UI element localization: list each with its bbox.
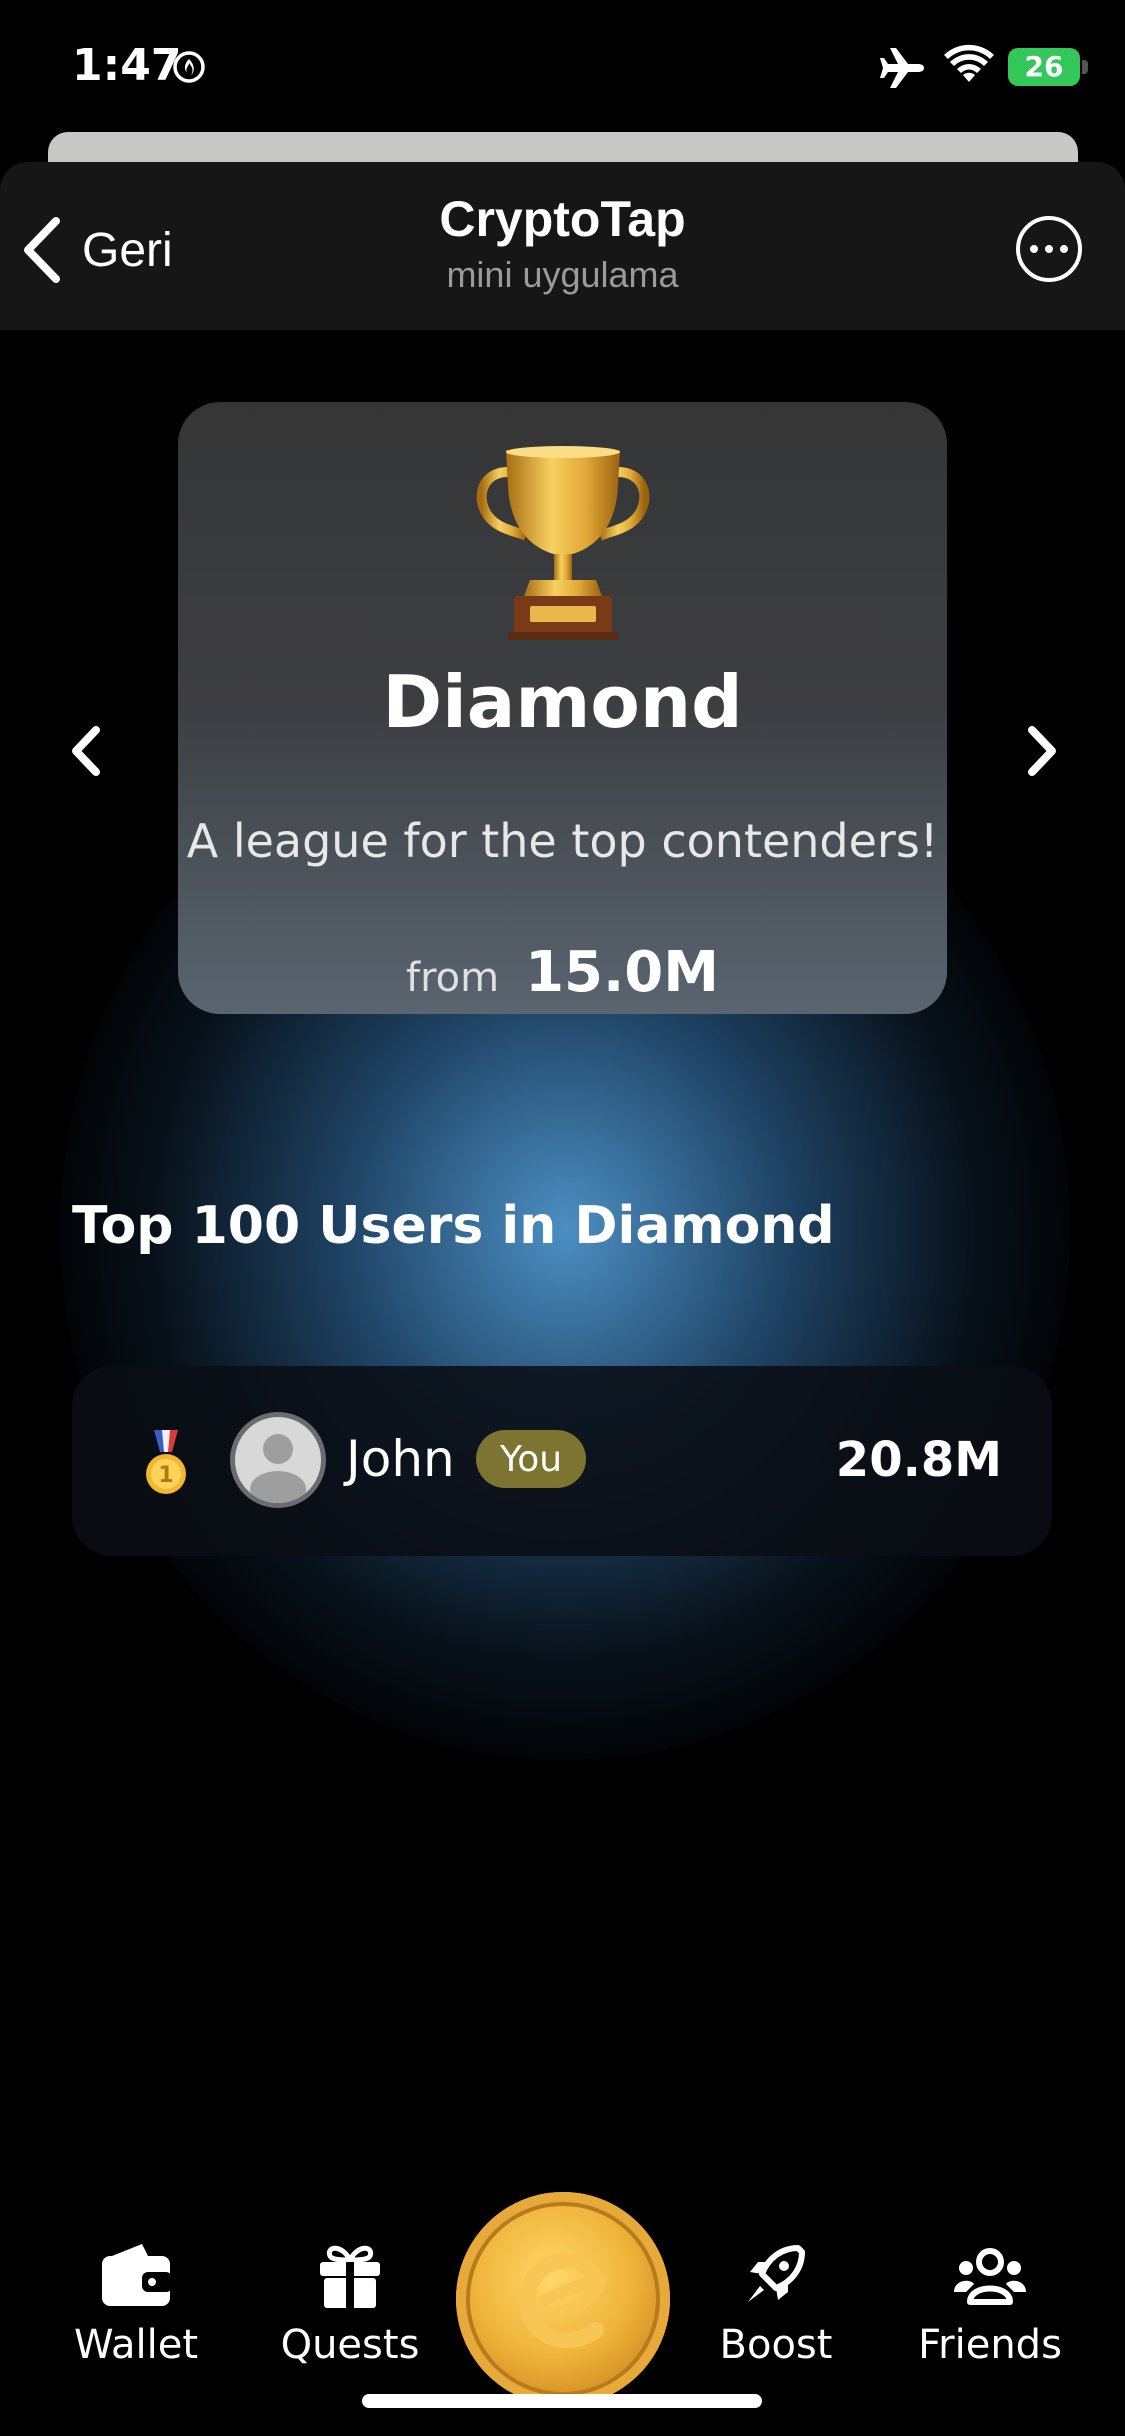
home-indicator[interactable]: [362, 2394, 762, 2408]
wifi-icon: [944, 44, 994, 82]
tap-coin-button[interactable]: [456, 2192, 670, 2406]
more-options-button[interactable]: [1016, 216, 1082, 282]
battery-level: 26: [1024, 50, 1064, 83]
app-subtitle: mini uygulama: [446, 254, 679, 295]
you-badge: You: [476, 1430, 587, 1488]
status-time: 1:47: [72, 40, 182, 91]
gold-medal-icon: 1: [146, 1430, 186, 1494]
app-title: CryptoTap: [439, 191, 686, 247]
nav-item-wallet[interactable]: Wallet: [46, 2242, 226, 2368]
nav-label-wallet: Wallet: [73, 2322, 199, 2368]
user-placeholder-icon: [250, 1434, 306, 1503]
coin-icon: [519, 2252, 608, 2349]
next-league-button[interactable]: [1022, 724, 1062, 778]
mini-app-header: Geri CryptoTap mini uygulama: [0, 162, 1125, 330]
league-description: A league for the top contenders!: [186, 814, 939, 868]
league-threshold: from 15.0M: [178, 940, 947, 1005]
gift-icon: [320, 2245, 380, 2308]
focus-mode-icon: [173, 51, 205, 83]
nav-label-boost: Boost: [719, 2322, 833, 2368]
nav-item-boost[interactable]: Boost: [686, 2242, 866, 2368]
user-name: John: [346, 1430, 455, 1488]
league-name: Diamond: [382, 660, 743, 744]
user-score: 20.8M: [835, 1432, 1002, 1488]
from-label: from: [406, 955, 500, 1001]
more-dot: [1045, 245, 1053, 253]
more-dot: [1060, 245, 1068, 253]
threshold-value: 15.0M: [525, 940, 719, 1005]
nav-item-quests[interactable]: Quests: [260, 2242, 440, 2368]
league-card: Diamond A league for the top contenders!…: [178, 402, 947, 1014]
wallet-icon: [102, 2244, 172, 2306]
previous-league-button[interactable]: [66, 724, 106, 778]
avatar: [230, 1412, 326, 1508]
rocket-icon: [748, 2245, 805, 2302]
leaderboard-row[interactable]: 1 John You 20.8M: [72, 1366, 1052, 1556]
battery-cap: [1082, 60, 1088, 74]
trophy-icon: [476, 446, 650, 640]
leaderboard-title: Top 100 Users in Diamond: [72, 1196, 835, 1256]
more-dot: [1030, 245, 1038, 253]
svg-text:1: 1: [158, 1463, 173, 1488]
status-bar: 1:47 26: [0, 0, 1125, 130]
nav-label-quests: Quests: [280, 2322, 420, 2368]
nav-item-friends[interactable]: Friends: [900, 2242, 1080, 2368]
nav-label-friends: Friends: [918, 2322, 1062, 2368]
airplane-mode-icon: [880, 48, 924, 88]
friends-icon: [954, 2248, 1026, 2305]
